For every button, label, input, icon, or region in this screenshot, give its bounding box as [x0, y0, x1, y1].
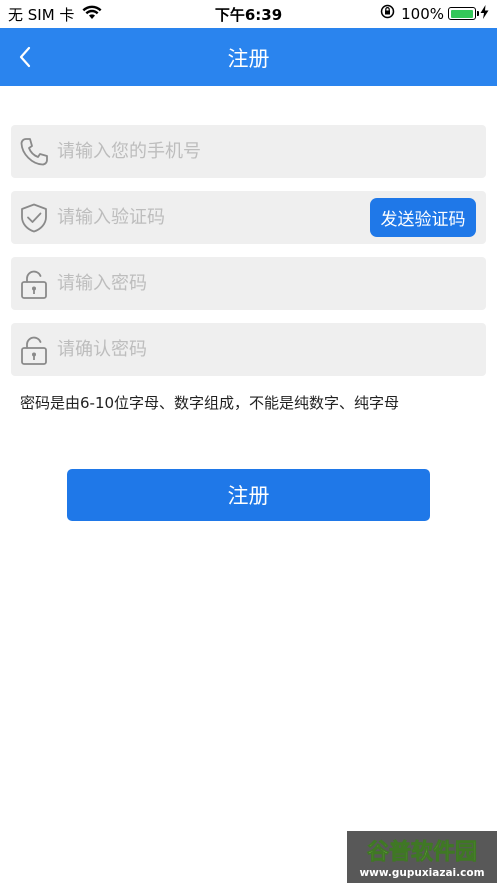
- orientation-lock-icon: [380, 4, 395, 23]
- battery-fill: [450, 9, 473, 18]
- status-bar: 无 SIM 卡 下午6:39 100%: [0, 0, 497, 28]
- register-button[interactable]: 注册: [67, 469, 430, 521]
- watermark-brand: 谷普软件园: [367, 839, 477, 865]
- password-hint: 密码是由6-10位字母、数字组成，不能是纯数字、纯字母: [20, 394, 400, 412]
- watermark-url: www.gupuxiazai.com: [359, 867, 484, 879]
- phone-input[interactable]: [57, 125, 357, 178]
- phone-field: [11, 125, 486, 178]
- watermark-logo: 谷普软件园 www.gupuxiazai.com: [347, 831, 497, 883]
- nav-bar: 注册: [0, 28, 497, 86]
- confirm-password-field: [11, 323, 486, 376]
- battery-percent: 100%: [401, 4, 444, 23]
- charging-icon: [480, 4, 489, 23]
- send-code-button[interactable]: 发送验证码: [370, 198, 476, 237]
- confirm-password-input[interactable]: [57, 323, 357, 376]
- code-input[interactable]: [57, 191, 357, 244]
- phone-icon: [17, 135, 51, 169]
- shield-check-icon: [17, 201, 51, 235]
- status-right: 100%: [380, 4, 489, 23]
- password-input[interactable]: [57, 257, 357, 310]
- lock-icon: [17, 267, 51, 301]
- password-field: [11, 257, 486, 310]
- battery-icon: [448, 7, 479, 20]
- code-field: 发送验证码: [11, 191, 486, 244]
- page-title: 注册: [227, 47, 270, 71]
- lock-icon: [17, 333, 51, 367]
